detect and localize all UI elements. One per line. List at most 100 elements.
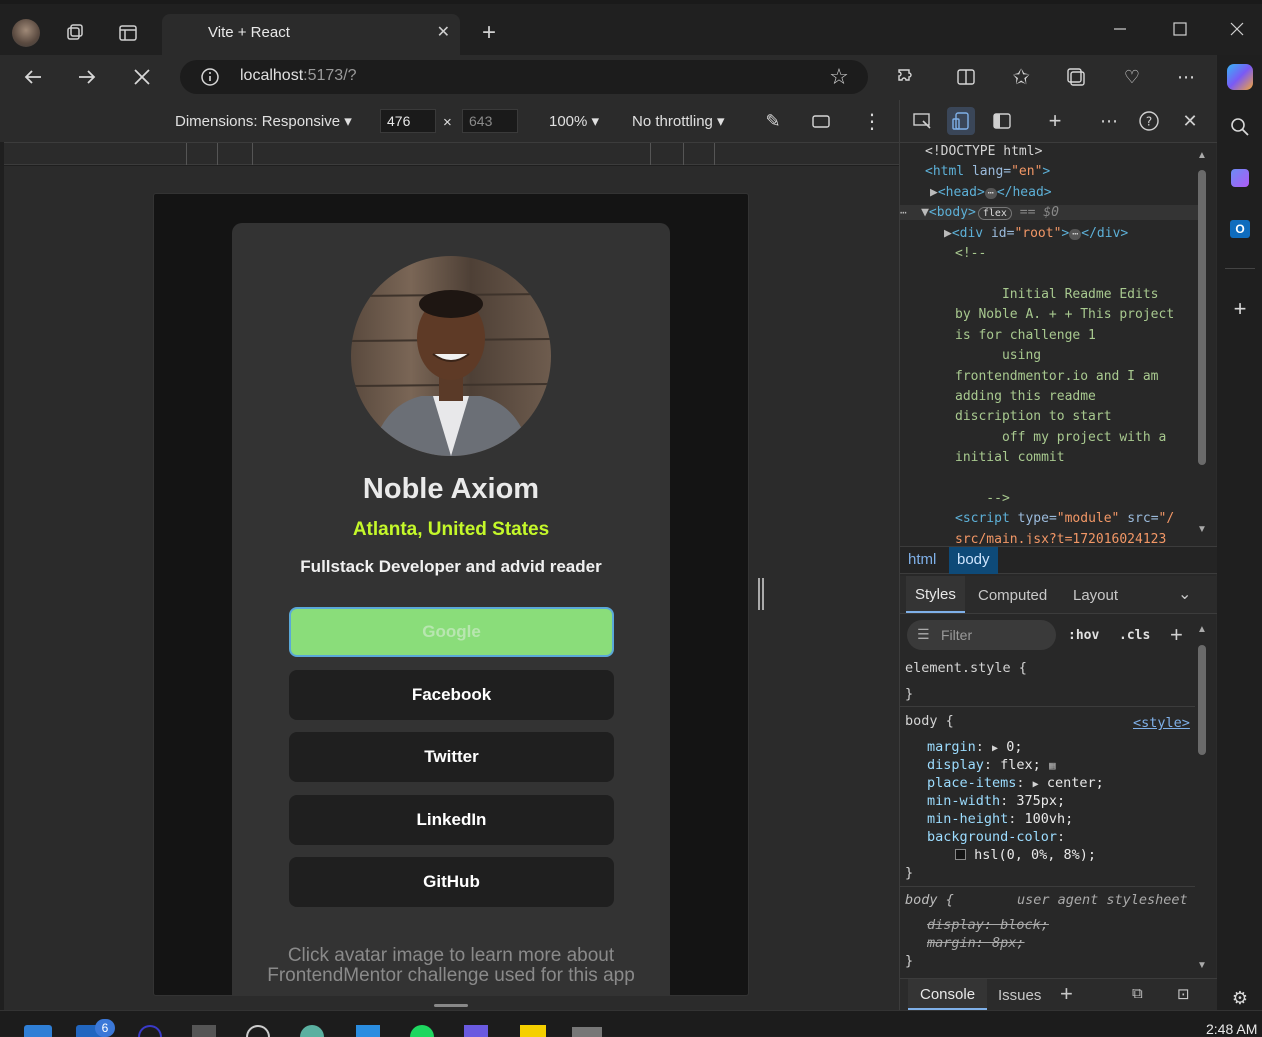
copilot-icon[interactable] xyxy=(1223,60,1257,94)
style-prop-place-items[interactable]: place-items: ▶ center; xyxy=(927,775,1104,791)
forward-icon[interactable] xyxy=(70,60,104,94)
zoom-dropdown[interactable]: 100% ▾ xyxy=(549,112,599,130)
new-tab-icon[interactable]: + xyxy=(474,18,504,48)
cls-toggle[interactable]: .cls xyxy=(1119,628,1150,643)
linkedin-link-button[interactable]: LinkedIn xyxy=(289,795,614,845)
height-input[interactable]: 643 xyxy=(462,109,518,133)
filter-input[interactable]: ☰ Filter xyxy=(907,620,1056,650)
html-node[interactable]: <html lang="en"> xyxy=(925,164,1050,179)
throttling-dropdown[interactable]: No throttling ▾ xyxy=(632,112,725,130)
outlook-icon[interactable]: O xyxy=(1223,212,1257,246)
minimize-icon[interactable] xyxy=(1105,14,1135,44)
tab-computed[interactable]: Computed xyxy=(978,587,1047,604)
taskbar-app-icon[interactable] xyxy=(520,1025,546,1037)
style-prop-min-width[interactable]: min-width: 375px; xyxy=(927,793,1065,809)
close-tab-icon[interactable]: ✕ xyxy=(437,22,450,42)
device-more-icon[interactable]: ⋮ xyxy=(855,104,889,138)
split-screen-icon[interactable] xyxy=(949,60,983,94)
browser-essentials-icon[interactable]: ♡ xyxy=(1115,60,1149,94)
taskbar-app-icon[interactable] xyxy=(138,1025,162,1037)
close-devtools-icon[interactable]: ✕ xyxy=(1176,107,1204,135)
taskbar-app-icon[interactable] xyxy=(192,1025,216,1037)
browser-tab[interactable]: Vite + React ✕ xyxy=(162,14,460,55)
spotify-icon[interactable] xyxy=(410,1025,434,1037)
media-query-ruler[interactable] xyxy=(4,142,899,165)
color-swatch[interactable] xyxy=(955,849,966,860)
settings-more-icon[interactable]: ⋯ xyxy=(1169,60,1203,94)
clock[interactable]: 2:48 AM xyxy=(1206,1021,1257,1037)
styles-scroll-down[interactable]: ▼ xyxy=(1197,960,1207,971)
maximize-icon[interactable] xyxy=(1165,14,1195,44)
copilot-sidebar-icon[interactable] xyxy=(1223,161,1257,195)
root-div-node[interactable]: ▶<div id="root"> ⋯ </div> xyxy=(944,226,1128,241)
address-bar[interactable]: localhost:5173/? ☆ xyxy=(180,60,868,94)
styles-scrollbar[interactable] xyxy=(1198,645,1206,755)
taskbar-app-icon[interactable] xyxy=(300,1025,324,1037)
body-node[interactable]: ⋯ ▼<body> flex == $0 xyxy=(900,205,1200,220)
avatar[interactable] xyxy=(351,256,551,456)
inspect-element-icon[interactable] xyxy=(908,107,936,135)
site-info-icon[interactable] xyxy=(193,60,227,94)
undock-drawer-icon[interactable]: ⧉ xyxy=(1132,985,1143,1002)
dimensions-dropdown[interactable]: Dimensions: Responsive ▾ xyxy=(175,112,352,130)
eyedropper-icon[interactable]: ✎ xyxy=(756,104,790,138)
add-sidebar-app-icon[interactable]: + xyxy=(1223,292,1257,326)
ellipsis-badge[interactable]: ⋯ xyxy=(984,188,997,199)
back-icon[interactable] xyxy=(16,60,50,94)
rule2-selector[interactable]: body { xyxy=(905,892,954,908)
dock-side-icon[interactable] xyxy=(988,107,1016,135)
bg-color-value-line[interactable]: hsl(0, 0%, 8%); xyxy=(955,847,1096,863)
close-drawer-icon[interactable]: ⊡ xyxy=(1177,985,1190,1003)
ua-margin-prop[interactable]: margin: 8px; xyxy=(927,935,1025,951)
new-rule-icon[interactable]: + xyxy=(1170,622,1183,648)
flex-editor-icon[interactable]: ▦ xyxy=(1049,759,1056,772)
tab-actions-icon[interactable] xyxy=(113,18,143,48)
add-drawer-tab-icon[interactable]: + xyxy=(1060,981,1073,1007)
extensions-icon[interactable] xyxy=(889,60,923,94)
chevron-down-icon[interactable]: ⌄ xyxy=(1178,584,1191,604)
element-style-open[interactable]: element.style { xyxy=(905,660,1027,676)
style-prop-min-height[interactable]: min-height: 100vh; xyxy=(927,811,1073,827)
close-window-icon[interactable] xyxy=(1222,14,1252,44)
tab-console[interactable]: Console xyxy=(908,979,988,1010)
rule1-source-link[interactable]: <style> xyxy=(1133,715,1190,731)
vscode-icon[interactable] xyxy=(356,1025,380,1037)
ua-display-prop[interactable]: display: block; xyxy=(927,917,1049,933)
favorites-icon[interactable]: ✩ xyxy=(1004,60,1038,94)
scroll-up-arrow[interactable]: ▲ xyxy=(1197,150,1207,161)
scroll-down-arrow[interactable]: ▼ xyxy=(1197,524,1207,535)
workspaces-icon[interactable] xyxy=(60,18,90,48)
style-prop-margin[interactable]: margin: ▶ 0; xyxy=(927,739,1022,755)
rule1-selector[interactable]: body { xyxy=(905,713,954,729)
help-icon[interactable]: ? xyxy=(1135,107,1163,135)
twitter-link-button[interactable]: Twitter xyxy=(289,732,614,782)
collections-icon[interactable] xyxy=(1059,60,1093,94)
profile-avatar[interactable] xyxy=(11,18,41,48)
ellipsis-badge[interactable]: ⋯ xyxy=(1069,229,1082,240)
github-link-button[interactable]: GitHub xyxy=(289,857,614,907)
style-prop-background-color[interactable]: background-color: xyxy=(927,829,1065,845)
breadcrumb-body[interactable]: body xyxy=(949,547,998,574)
favorite-star-icon[interactable]: ☆ xyxy=(822,60,856,94)
bottom-resize-handle[interactable] xyxy=(434,1004,468,1007)
head-node[interactable]: ▶<head> ⋯ </head> xyxy=(930,185,1052,200)
add-tool-icon[interactable]: + xyxy=(1041,107,1069,135)
google-link-button[interactable]: Google xyxy=(289,607,614,657)
facebook-link-button[interactable]: Facebook xyxy=(289,670,614,720)
tab-styles[interactable]: Styles xyxy=(906,576,965,613)
width-input[interactable]: 476 xyxy=(380,109,436,133)
tab-issues[interactable]: Issues xyxy=(998,987,1041,1004)
style-prop-display[interactable]: display: flex; ▦ xyxy=(927,757,1056,773)
tab-layout[interactable]: Layout xyxy=(1073,587,1118,604)
search-icon[interactable] xyxy=(1223,110,1257,144)
breadcrumb-html[interactable]: html xyxy=(908,551,936,568)
viewport-resize-handle[interactable] xyxy=(758,578,764,610)
device-emulation-icon[interactable] xyxy=(947,107,975,135)
hov-toggle[interactable]: :hov xyxy=(1068,628,1099,643)
flex-badge[interactable]: flex xyxy=(977,207,1012,220)
styles-scroll-up[interactable]: ▲ xyxy=(1197,624,1207,635)
rotate-device-icon[interactable] xyxy=(804,104,838,138)
script-node[interactable]: <script type="module" src="/ xyxy=(955,511,1174,526)
taskbar-app-icon[interactable] xyxy=(464,1025,488,1037)
devtools-more-icon[interactable]: ⋯ xyxy=(1095,107,1123,135)
